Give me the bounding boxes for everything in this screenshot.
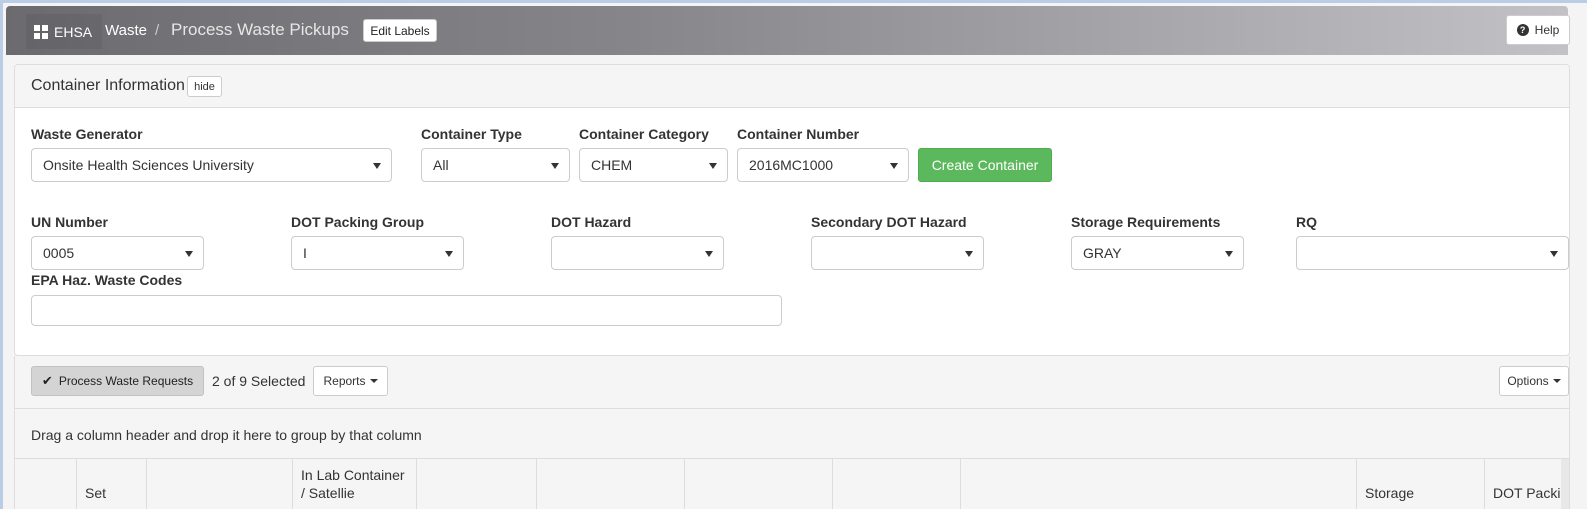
- column-header-storage[interactable]: Storage: [1357, 459, 1485, 509]
- check-icon: ✔: [41, 373, 53, 388]
- column-header[interactable]: [417, 459, 537, 509]
- brand-label: EHSA: [54, 23, 93, 40]
- create-container-button[interactable]: Create Container: [918, 148, 1052, 182]
- help-button[interactable]: ? Help: [1506, 15, 1570, 45]
- caret-down-icon: [445, 251, 453, 257]
- caret-down-icon: [965, 251, 973, 257]
- waste-generator-select[interactable]: Onsite Health Sciences University: [31, 148, 392, 182]
- reports-dropdown-button[interactable]: Reports: [313, 366, 388, 396]
- storage-requirements-label: Storage Requirements: [1071, 214, 1221, 230]
- column-header[interactable]: [685, 459, 833, 509]
- caret-down-icon: [1550, 251, 1558, 257]
- dot-packing-group-label: DOT Packing Group: [291, 214, 425, 230]
- epa-codes-input[interactable]: [31, 295, 782, 326]
- rq-select[interactable]: [1296, 236, 1569, 270]
- dot-packing-group-value: I: [303, 245, 307, 261]
- rq-label: RQ: [1296, 214, 1317, 230]
- waste-generator-label: Waste Generator: [31, 126, 143, 142]
- container-number-select[interactable]: 2016MC1000: [737, 148, 909, 182]
- container-type-label: Container Type: [421, 126, 522, 142]
- group-drop-area[interactable]: Drag a column header and drop it here to…: [14, 409, 1570, 459]
- options-dropdown-button[interactable]: Options: [1499, 366, 1569, 396]
- panel-header: Container Information hide: [15, 65, 1569, 108]
- caret-down-icon: [369, 379, 378, 383]
- hide-button[interactable]: hide: [187, 76, 222, 97]
- secondary-dot-hazard-label: Secondary DOT Hazard: [811, 214, 967, 230]
- container-type-select[interactable]: All: [421, 148, 570, 182]
- caret-down-icon: [890, 163, 898, 169]
- caret-down-icon: [709, 163, 717, 169]
- container-number-value: 2016MC1000: [749, 157, 834, 173]
- un-number-label: UN Number: [31, 214, 109, 230]
- container-category-select[interactable]: CHEM: [579, 148, 728, 182]
- question-icon: ?: [1516, 24, 1529, 36]
- column-header[interactable]: [961, 459, 1357, 509]
- storage-requirements-value: GRAY: [1083, 245, 1122, 261]
- column-header-dot-packing[interactable]: DOT Packi: [1485, 459, 1563, 509]
- caret-down-icon: [1225, 251, 1233, 257]
- caret-down-icon: [373, 163, 381, 169]
- options-label: Options: [1507, 374, 1549, 388]
- epa-codes-label: EPA Haz. Waste Codes: [31, 272, 183, 288]
- group-hint-text: Drag a column header and drop it here to…: [31, 427, 422, 443]
- app-frame: EHSA Waste / Process Waste Pickups Edit …: [0, 0, 1587, 509]
- caret-down-icon: [705, 251, 713, 257]
- un-number-value: 0005: [43, 245, 75, 261]
- dot-packing-group-select[interactable]: I: [291, 236, 464, 270]
- storage-requirements-select[interactable]: GRAY: [1071, 236, 1244, 270]
- dot-hazard-label: DOT Hazard: [551, 214, 632, 230]
- column-header[interactable]: [833, 459, 961, 509]
- container-number-label: Container Number: [737, 126, 860, 142]
- column-header[interactable]: [15, 459, 77, 509]
- apps-grid-icon: [34, 24, 48, 39]
- process-waste-requests-button[interactable]: ✔ Process Waste Requests: [31, 366, 204, 396]
- selection-count: 2 of 9 Selected: [212, 373, 306, 389]
- column-header-set[interactable]: Set: [77, 459, 147, 509]
- help-label: Help: [1534, 23, 1560, 37]
- vertical-scrollbar[interactable]: [1561, 459, 1569, 509]
- edit-labels-button[interactable]: Edit Labels: [363, 19, 437, 42]
- secondary-dot-hazard-select[interactable]: [811, 236, 984, 270]
- un-number-select[interactable]: 0005: [31, 236, 204, 270]
- caret-down-icon: [185, 251, 193, 257]
- column-header[interactable]: [537, 459, 685, 509]
- process-waste-requests-label: Process Waste Requests: [58, 374, 194, 388]
- reports-label: Reports: [323, 374, 366, 388]
- caret-down-icon: [551, 163, 559, 169]
- column-header[interactable]: [147, 459, 293, 509]
- container-type-value: All: [433, 157, 449, 173]
- brand-menu[interactable]: EHSA: [26, 14, 102, 49]
- panel-title: Container Information: [31, 77, 185, 94]
- grid-header: Set In Lab Container / Satellie Storage …: [14, 459, 1570, 509]
- container-information-panel: Container Information hide Waste Generat…: [14, 64, 1570, 356]
- column-header-in-lab-container[interactable]: In Lab Container / Satellie: [293, 459, 417, 509]
- page-title: Process Waste Pickups: [171, 20, 349, 39]
- container-category-label: Container Category: [579, 126, 709, 142]
- breadcrumb-waste[interactable]: Waste: [105, 22, 147, 39]
- breadcrumb-separator: /: [155, 22, 160, 39]
- top-navbar: EHSA Waste / Process Waste Pickups Edit …: [6, 6, 1570, 55]
- waste-generator-value: Onsite Health Sciences University: [43, 157, 254, 173]
- caret-down-icon: [1552, 379, 1561, 383]
- dot-hazard-select[interactable]: [551, 236, 724, 270]
- grid-toolbar: ✔ Process Waste Requests 2 of 9 Selected…: [14, 356, 1570, 409]
- container-category-value: CHEM: [591, 157, 633, 173]
